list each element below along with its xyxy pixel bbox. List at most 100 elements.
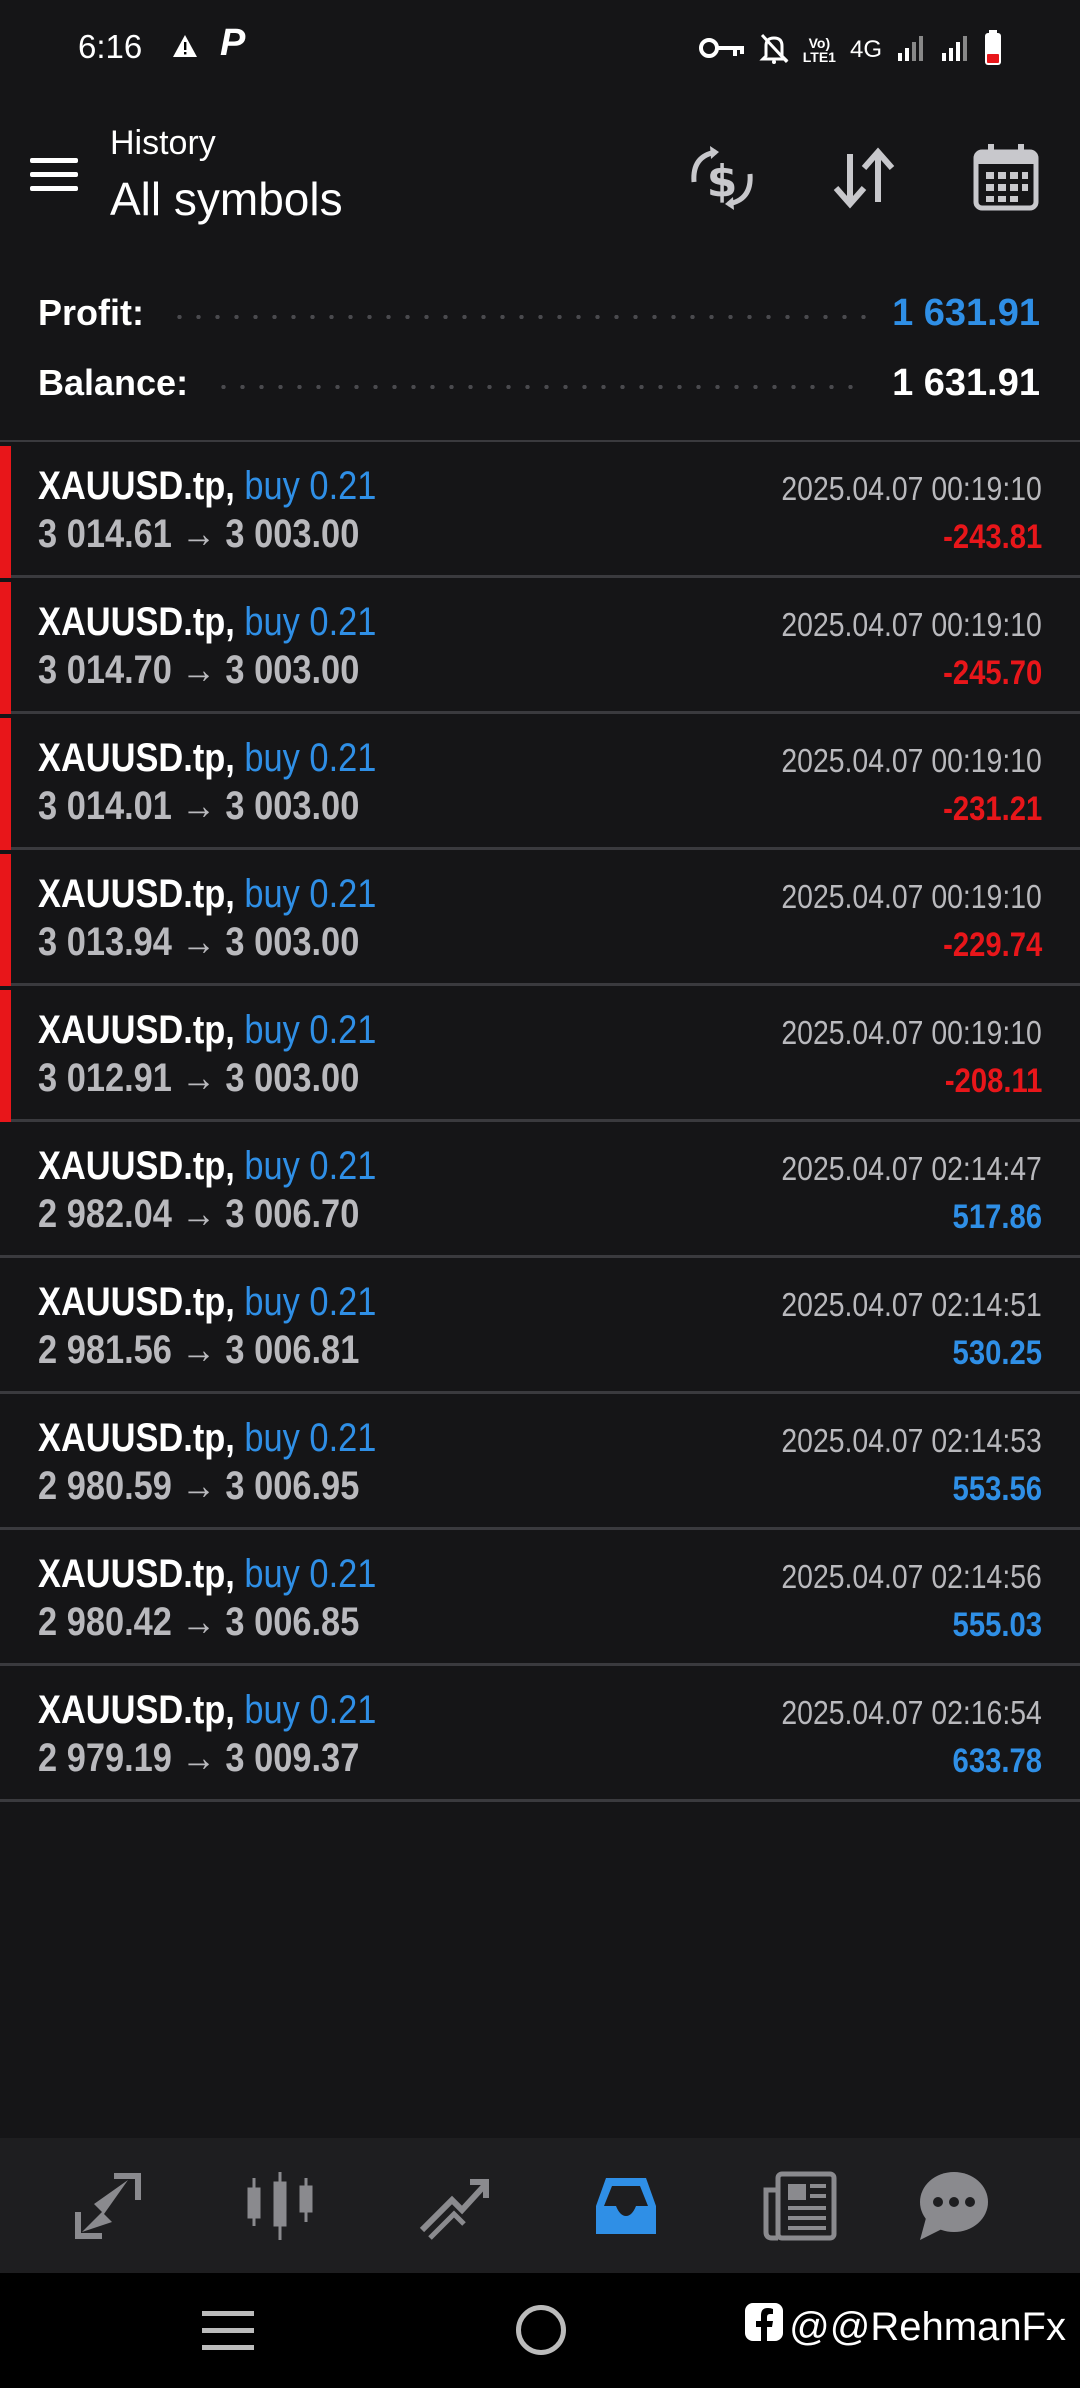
deal-prices: 3 012.91 → 3 003.00	[38, 1056, 360, 1100]
deal-profit: -208.11	[944, 1062, 1042, 1100]
signal-icon	[896, 33, 926, 68]
deal-symbol: XAUUSD.tp,	[38, 1144, 235, 1188]
deal-profit: 633.78	[952, 1742, 1042, 1780]
deal-row[interactable]: XAUUSD.tp, buy 0.21 3 014.01 → 3 003.00 …	[0, 714, 1080, 850]
deal-symbol: XAUUSD.tp,	[38, 872, 235, 916]
balance-value: 1 631.91	[892, 361, 1040, 404]
p-app-icon: P	[220, 22, 246, 64]
bell-off-icon	[759, 32, 789, 69]
deal-time: 2025.04.07 02:16:54	[781, 1694, 1042, 1731]
history-summary: Profit: 1 631.91 Balance: 1 631.91	[0, 275, 1080, 440]
vpn-key-icon	[698, 36, 745, 65]
deal-symbol: XAUUSD.tp,	[38, 600, 235, 644]
quotes-icon[interactable]	[68, 2166, 148, 2246]
deal-time: 2025.04.07 00:19:10	[781, 606, 1042, 643]
deal-time: 2025.04.07 00:19:10	[781, 470, 1042, 507]
deal-time: 2025.04.07 00:19:10	[781, 1014, 1042, 1051]
deal-side: buy 0.21	[244, 464, 377, 508]
deal-prices: 2 979.19 → 3 009.37	[38, 1736, 360, 1780]
status-bar: 6:16 P Vo) LTE1 4G	[0, 0, 1080, 100]
status-icons: Vo) LTE1 4G	[698, 29, 1002, 71]
menu-icon[interactable]	[28, 152, 78, 202]
loss-indicator	[0, 718, 11, 850]
home-icon[interactable]	[516, 2305, 566, 2355]
deal-symbol: XAUUSD.tp,	[38, 464, 235, 508]
deal-row[interactable]: XAUUSD.tp, buy 0.21 2 982.04 → 3 006.70 …	[0, 1122, 1080, 1258]
network-type: 4G	[849, 36, 882, 63]
deal-profit: 553.56	[952, 1470, 1042, 1508]
sort-icon[interactable]	[828, 142, 900, 214]
chart-icon[interactable]	[240, 2166, 320, 2246]
profit-label: Profit:	[38, 292, 144, 333]
dotted-leader	[214, 385, 867, 389]
deal-row[interactable]: XAUUSD.tp, buy 0.21 3 014.70 → 3 003.00 …	[0, 578, 1080, 714]
deal-row[interactable]: XAUUSD.tp, buy 0.21 2 981.56 → 3 006.81 …	[0, 1258, 1080, 1394]
news-icon[interactable]	[760, 2166, 840, 2246]
deal-profit: -231.21	[942, 790, 1042, 828]
deal-profit: 555.03	[952, 1606, 1042, 1644]
deal-symbol: XAUUSD.tp,	[38, 1008, 235, 1052]
loss-indicator	[0, 854, 11, 986]
deal-time: 2025.04.07 02:14:47	[781, 1150, 1042, 1187]
deal-profit: -229.74	[942, 926, 1042, 964]
deal-row[interactable]: XAUUSD.tp, buy 0.21 2 979.19 → 3 009.37 …	[0, 1666, 1080, 1802]
app-bar: History All symbols $	[0, 100, 1080, 270]
facebook-icon	[745, 2303, 784, 2351]
balance-label: Balance:	[38, 362, 189, 403]
trade-icon[interactable]	[414, 2166, 494, 2246]
battery-low-icon	[984, 29, 1002, 71]
recent-apps-icon[interactable]	[202, 2311, 254, 2351]
deal-side: buy 0.21	[244, 872, 377, 916]
deal-side: buy 0.21	[244, 736, 377, 780]
deal-side: buy 0.21	[244, 1144, 377, 1188]
deal-profit: -245.70	[942, 654, 1042, 692]
profit-row: Profit: 1 631.91	[38, 283, 1040, 343]
deal-row[interactable]: XAUUSD.tp, buy 0.21 3 014.61 → 3 003.00 …	[0, 442, 1080, 578]
deal-symbol: XAUUSD.tp,	[38, 736, 235, 780]
loss-indicator	[0, 582, 11, 714]
deal-side: buy 0.21	[244, 1280, 377, 1324]
loss-indicator	[0, 990, 11, 1122]
deal-profit: -243.81	[942, 518, 1042, 556]
bottom-nav	[0, 2138, 1080, 2273]
deals-list: XAUUSD.tp, buy 0.21 3 014.61 → 3 003.00 …	[0, 442, 1080, 1802]
deal-time: 2025.04.07 02:14:53	[781, 1422, 1042, 1459]
deal-prices: 2 982.04 → 3 006.70	[38, 1192, 360, 1236]
deal-symbol: XAUUSD.tp,	[38, 1688, 235, 1732]
calendar-icon[interactable]	[970, 142, 1042, 214]
balance-row: Balance: 1 631.91	[38, 353, 1040, 413]
deal-symbol: XAUUSD.tp,	[38, 1416, 235, 1460]
deal-time: 2025.04.07 00:19:10	[781, 742, 1042, 779]
deal-row[interactable]: XAUUSD.tp, buy 0.21 2 980.42 → 3 006.85 …	[0, 1530, 1080, 1666]
deal-symbol: XAUUSD.tp,	[38, 1280, 235, 1324]
signal-icon	[940, 33, 970, 68]
deal-side: buy 0.21	[244, 1416, 377, 1460]
profit-value: 1 631.91	[892, 291, 1040, 334]
currency-exchange-icon[interactable]: $	[686, 142, 758, 214]
volte-icon: Vo) LTE1	[802, 35, 836, 65]
history-icon[interactable]	[586, 2166, 666, 2246]
deal-prices: 2 980.59 → 3 006.95	[38, 1464, 360, 1508]
deal-prices: 3 013.94 → 3 003.00	[38, 920, 360, 964]
page-subtitle: History	[110, 124, 216, 162]
system-nav-bar: @@RehmanFx	[0, 2273, 1080, 2388]
deal-side: buy 0.21	[244, 600, 377, 644]
deal-prices: 3 014.01 → 3 003.00	[38, 784, 360, 828]
watermark: @@RehmanFx	[745, 2303, 1066, 2351]
deal-side: buy 0.21	[244, 1008, 377, 1052]
deal-profit: 530.25	[952, 1334, 1042, 1372]
deal-symbol: XAUUSD.tp,	[38, 1552, 235, 1596]
deal-prices: 3 014.70 → 3 003.00	[38, 648, 360, 692]
deal-profit: 517.86	[952, 1198, 1042, 1236]
messages-icon[interactable]	[914, 2166, 994, 2246]
deal-row[interactable]: XAUUSD.tp, buy 0.21 3 012.91 → 3 003.00 …	[0, 986, 1080, 1122]
deal-time: 2025.04.07 00:19:10	[781, 878, 1042, 915]
deal-prices: 3 014.61 → 3 003.00	[38, 512, 360, 556]
deal-row[interactable]: XAUUSD.tp, buy 0.21 2 980.59 → 3 006.95 …	[0, 1394, 1080, 1530]
deal-time: 2025.04.07 02:14:56	[781, 1558, 1042, 1595]
deal-row[interactable]: XAUUSD.tp, buy 0.21 3 013.94 → 3 003.00 …	[0, 850, 1080, 986]
symbol-filter-title[interactable]: All symbols	[110, 172, 343, 226]
deal-time: 2025.04.07 02:14:51	[781, 1286, 1042, 1323]
deal-prices: 2 980.42 → 3 006.85	[38, 1600, 360, 1644]
deal-side: buy 0.21	[244, 1688, 377, 1732]
